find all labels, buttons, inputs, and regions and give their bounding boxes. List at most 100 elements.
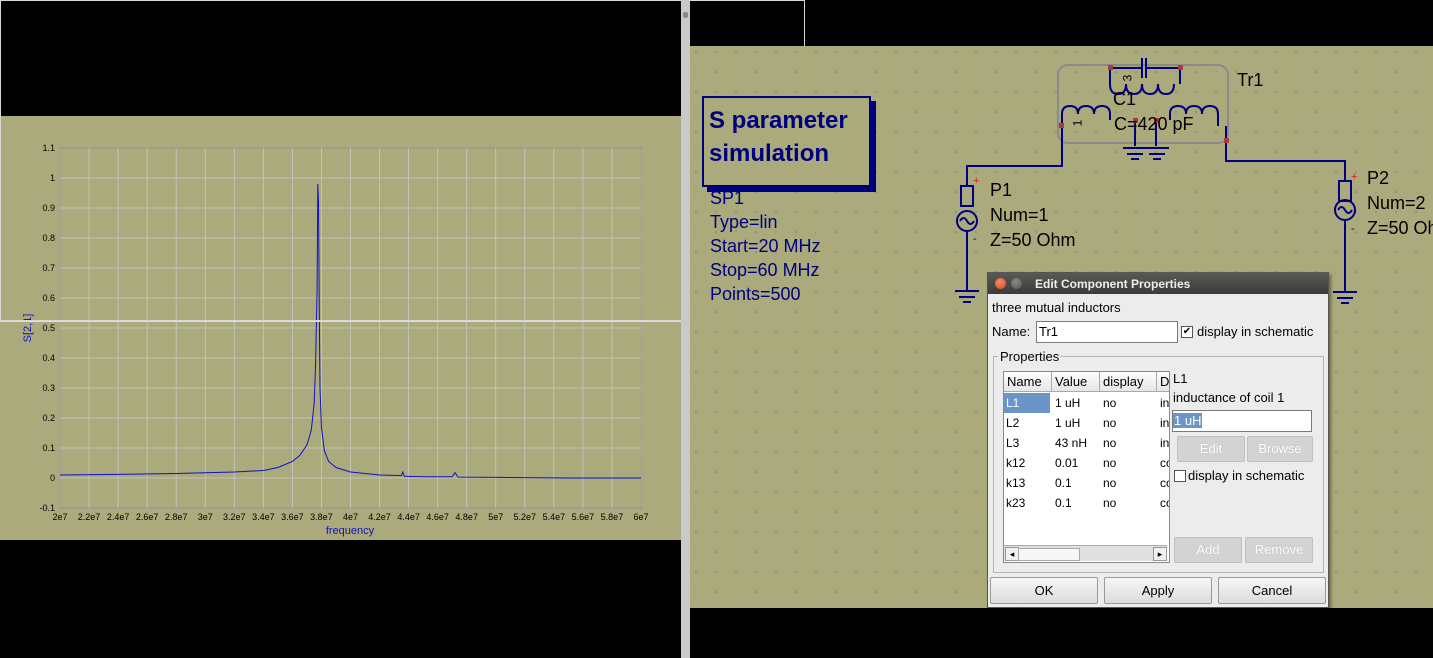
cell-display: no	[1103, 476, 1117, 490]
ok-button[interactable]: OK	[990, 577, 1098, 604]
remove-button[interactable]: Remove	[1245, 537, 1313, 563]
cell-value: 1 uH	[1055, 416, 1081, 430]
cell-name: L1	[1004, 393, 1050, 413]
apply-button[interactable]: Apply	[1104, 577, 1212, 604]
capacitor-name: C1	[1113, 89, 1137, 109]
table-row[interactable]: L1 1 uH no in	[1004, 393, 1169, 413]
x-tick-label: 4e7	[343, 512, 358, 522]
x-tick-label: 4.2e7	[368, 512, 391, 522]
name-input[interactable]: Tr1	[1036, 321, 1178, 343]
x-tick-label: 2.4e7	[107, 512, 130, 522]
table-row[interactable]: k13 0.1 no co	[1004, 473, 1169, 493]
edit-button[interactable]: Edit	[1177, 436, 1245, 462]
cell-desc: in	[1160, 416, 1170, 430]
cell-value: 0.01	[1055, 456, 1079, 470]
horizontal-guide-line	[0, 321, 690, 322]
cell-name: L2	[1006, 416, 1020, 430]
x-tick-label: 3.2e7	[223, 512, 246, 522]
port1-name: P1	[990, 180, 1013, 200]
svg-text:-: -	[973, 233, 977, 245]
x-tick-label: 4.4e7	[397, 512, 420, 522]
scroll-left-icon[interactable]: ◂	[1005, 547, 1019, 561]
port2-name: P2	[1367, 168, 1390, 188]
selected-property-description: inductance of coil 1	[1173, 390, 1285, 405]
dialog-titlebar[interactable]: Edit Component Properties	[988, 273, 1328, 294]
table-row[interactable]: L3 43 nH no in	[1004, 433, 1169, 453]
x-tick-label: 3.4e7	[252, 512, 275, 522]
cell-display: no	[1103, 496, 1117, 510]
close-icon[interactable]	[995, 278, 1006, 289]
properties-group-label: Properties	[998, 349, 1062, 364]
x-tick-label: 2e7	[52, 512, 67, 522]
cell-name: L3	[1006, 436, 1020, 450]
table-row[interactable]: L2 1 uH no in	[1004, 413, 1169, 433]
x-tick-label: 5.2e7	[514, 512, 537, 522]
horizontal-scrollbar[interactable]: ◂ ▸	[1004, 545, 1167, 561]
svg-text:+: +	[1351, 171, 1357, 183]
column-header-description[interactable]: D	[1157, 372, 1169, 392]
cell-value: 43 nH	[1055, 436, 1088, 450]
browse-button[interactable]: Browse	[1247, 436, 1313, 462]
display-in-schematic-checkbox[interactable]: ✔	[1181, 326, 1193, 338]
x-tick-label: 2.2e7	[78, 512, 101, 522]
property-value-selection: 1 uH	[1173, 413, 1203, 428]
cell-desc: co	[1160, 456, 1169, 470]
x-tick-label: 5e7	[488, 512, 503, 522]
x-tick-label: 2.6e7	[136, 512, 159, 522]
cell-desc: in	[1160, 436, 1170, 450]
properties-table[interactable]: Name Value display D L1 1 uH no in L2 1 uH no i…	[1003, 371, 1170, 563]
y-tick-label: 0.3	[42, 383, 55, 393]
transformer-label: Tr1	[1237, 70, 1264, 90]
property-display-checkbox[interactable]	[1174, 470, 1186, 482]
cell-desc: in	[1160, 396, 1170, 410]
property-display-label: display in schematic	[1188, 468, 1305, 483]
splitter-grip-icon	[683, 12, 688, 18]
y-tick-label: 0.1	[42, 443, 55, 453]
x-tick-label: 5.6e7	[572, 512, 595, 522]
cell-display: no	[1103, 456, 1117, 470]
splitter-handle[interactable]	[681, 0, 690, 658]
minimize-icon[interactable]	[1011, 278, 1022, 289]
table-row[interactable]: k12 0.01 no co	[1004, 453, 1169, 473]
column-header-display[interactable]: display	[1100, 372, 1157, 392]
column-header-value[interactable]: Value	[1052, 372, 1100, 392]
port1-impedance: Z=50 Ohm	[990, 230, 1076, 250]
y-tick-label: 0.2	[42, 413, 55, 423]
svg-text:-: -	[1351, 223, 1355, 235]
cell-desc: co	[1160, 476, 1169, 490]
y-tick-label: 0.5	[42, 323, 55, 333]
cell-display: no	[1103, 396, 1117, 410]
x-tick-label: 4.6e7	[426, 512, 449, 522]
y-tick-label: 0.4	[42, 353, 55, 363]
x-tick-label: 2.8e7	[165, 512, 188, 522]
port1-num: Num=1	[990, 205, 1049, 225]
component-description: three mutual inductors	[992, 300, 1121, 315]
cell-value: 0.1	[1055, 496, 1072, 510]
x-tick-label: 4.8e7	[455, 512, 478, 522]
x-tick-label: 3e7	[198, 512, 213, 522]
cell-display: no	[1103, 416, 1117, 430]
port2-num: Num=2	[1367, 193, 1426, 213]
column-header-name[interactable]: Name	[1004, 372, 1052, 392]
cell-name: k12	[1006, 456, 1026, 470]
x-tick-label: 3.6e7	[281, 512, 304, 522]
x-tick-label: 3.8e7	[310, 512, 333, 522]
display-in-schematic-label: display in schematic	[1197, 324, 1314, 339]
x-tick-label: 6e7	[633, 512, 648, 522]
x-tick-label: 5.4e7	[543, 512, 566, 522]
property-value-input[interactable]: 1 uH	[1172, 410, 1312, 432]
cancel-button[interactable]: Cancel	[1218, 577, 1326, 604]
coil-label-1: 1	[1070, 119, 1085, 127]
name-label: Name:	[992, 324, 1031, 339]
selected-property-name: L1	[1173, 371, 1188, 386]
add-button[interactable]: Add	[1174, 537, 1242, 563]
dialog-title: Edit Component Properties	[1035, 277, 1191, 291]
table-row[interactable]: k23 0.1 no co	[1004, 493, 1169, 513]
scroll-right-icon[interactable]: ▸	[1153, 547, 1167, 561]
capacitor-value: C=420 pF	[1114, 114, 1194, 134]
cell-desc: co	[1160, 496, 1169, 510]
scrollbar-thumb[interactable]	[1018, 548, 1080, 561]
y-tick-label: 0	[50, 473, 55, 483]
cell-display: no	[1103, 436, 1117, 450]
cell-value: 0.1	[1055, 476, 1072, 490]
